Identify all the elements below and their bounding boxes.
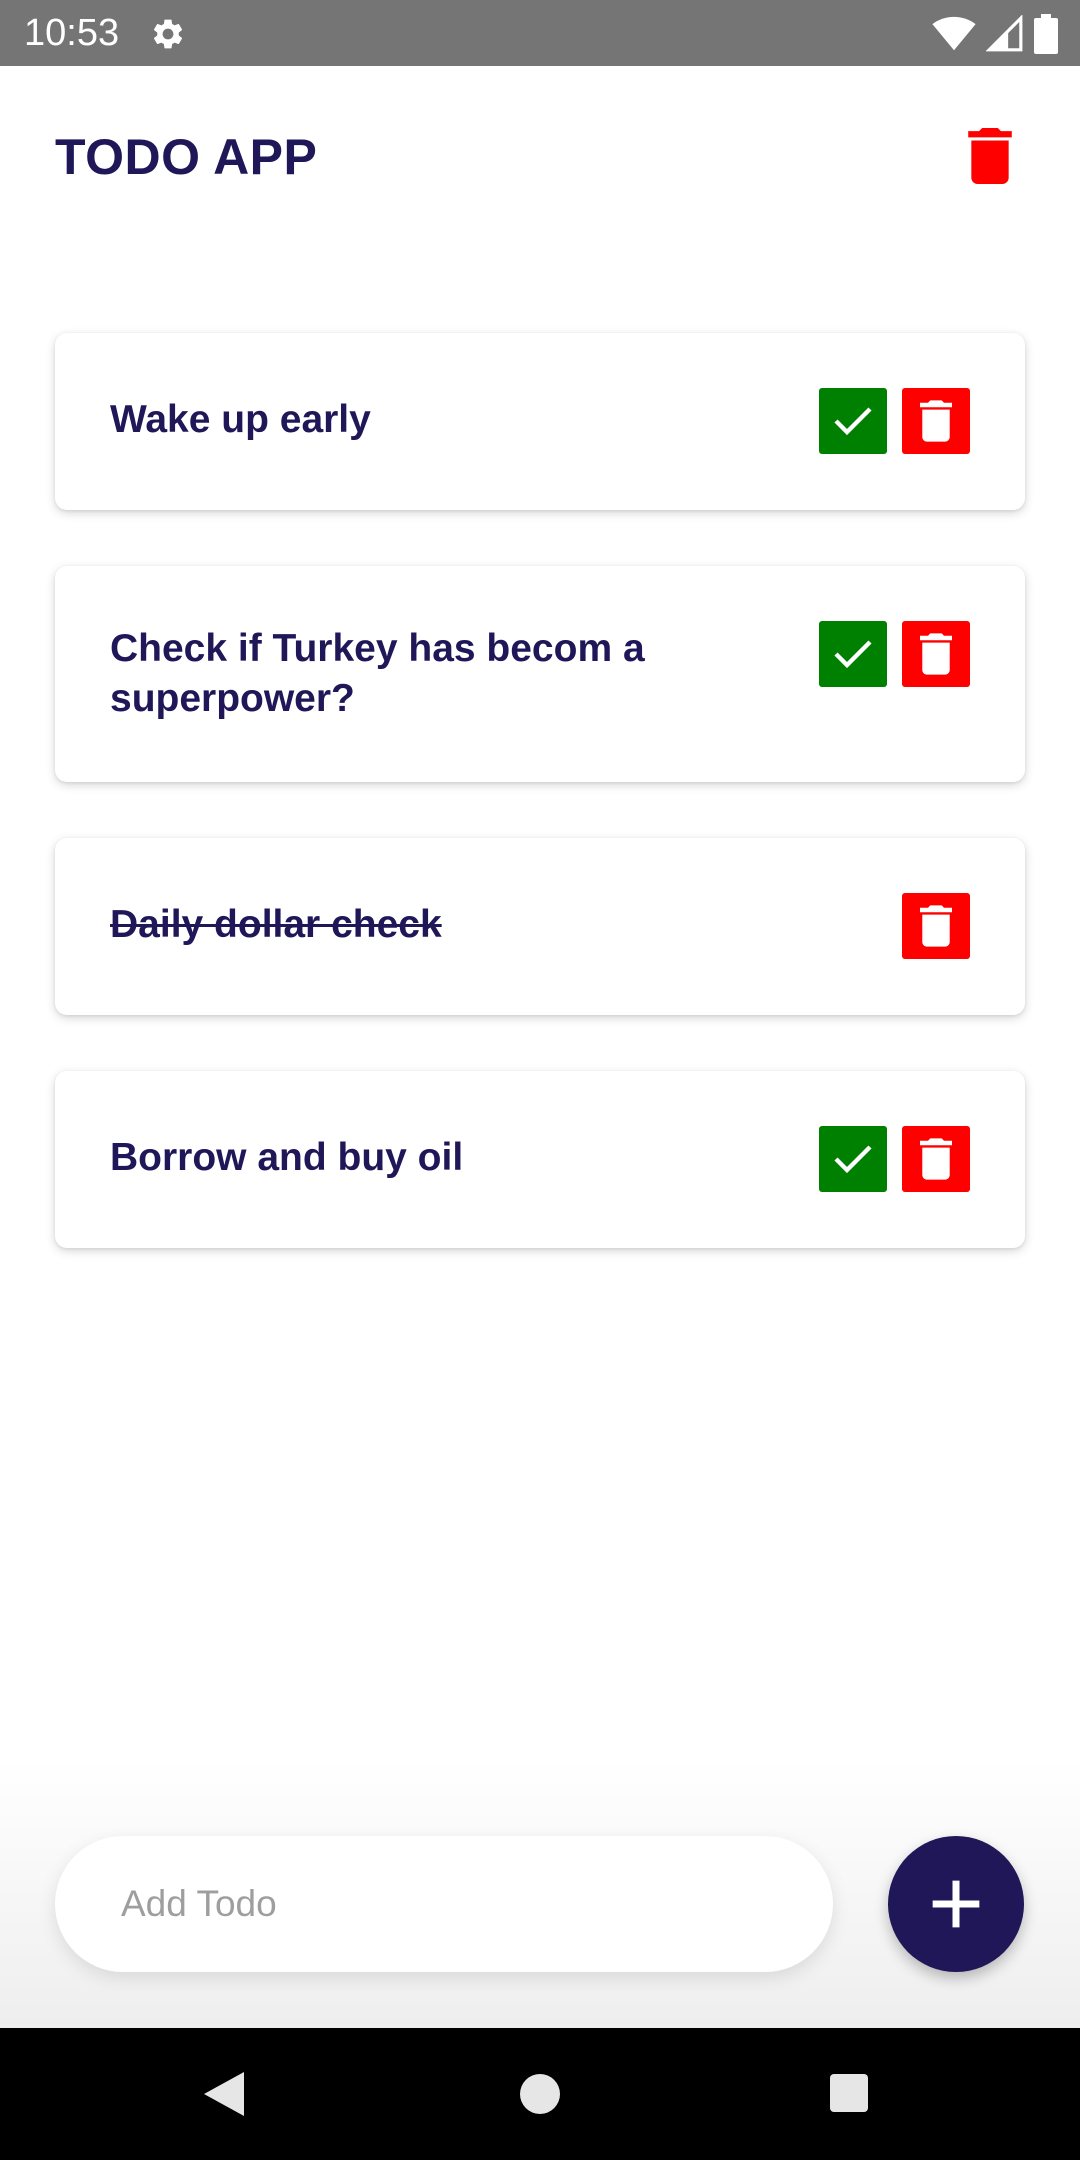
trash-icon	[920, 633, 952, 675]
back-icon[interactable]	[202, 2070, 246, 2118]
add-todo-input[interactable]	[55, 1836, 833, 1972]
todo-text: Daily dollar check	[110, 903, 442, 946]
delete-button[interactable]	[902, 388, 970, 454]
complete-button[interactable]	[819, 1126, 887, 1192]
plus-icon	[932, 1880, 980, 1928]
delete-button[interactable]	[902, 1126, 970, 1192]
todo-item: Borrow and buy oil	[55, 1071, 1025, 1248]
navigation-bar	[0, 2028, 1080, 2160]
status-time: 10:53	[24, 12, 120, 54]
todo-item: Wake up early	[55, 333, 1025, 510]
status-icons	[932, 14, 1058, 54]
todo-text: Borrow and buy oil	[110, 1136, 464, 1179]
todo-text: Check if Turkey has becom a superpower?	[110, 627, 645, 720]
delete-button[interactable]	[902, 621, 970, 687]
todo-item: Check if Turkey has becom a superpower?	[55, 566, 1025, 782]
delete-button[interactable]	[902, 893, 970, 959]
add-todo-button[interactable]	[888, 1836, 1024, 1972]
complete-button[interactable]	[819, 388, 887, 454]
todo-list: Wake up early Check if Turkey has becom …	[55, 333, 1025, 1304]
wifi-icon	[932, 16, 976, 51]
todo-item: Daily dollar check	[55, 838, 1025, 1015]
check-icon	[834, 407, 872, 436]
home-icon[interactable]	[518, 2072, 562, 2116]
todo-text: Wake up early	[110, 398, 371, 441]
trash-icon	[968, 128, 1012, 184]
status-bar: 10:53	[0, 0, 1080, 66]
complete-button[interactable]	[819, 621, 887, 687]
check-icon	[834, 640, 872, 669]
trash-icon	[920, 1138, 952, 1180]
delete-all-button[interactable]	[964, 128, 1016, 184]
signal-icon	[986, 15, 1023, 52]
trash-icon	[920, 400, 952, 442]
gear-icon	[153, 19, 183, 49]
page-title: TODO APP	[55, 129, 318, 185]
check-icon	[834, 1145, 872, 1174]
battery-icon	[1034, 14, 1058, 54]
trash-icon	[920, 905, 952, 947]
recents-icon[interactable]	[828, 2072, 870, 2114]
